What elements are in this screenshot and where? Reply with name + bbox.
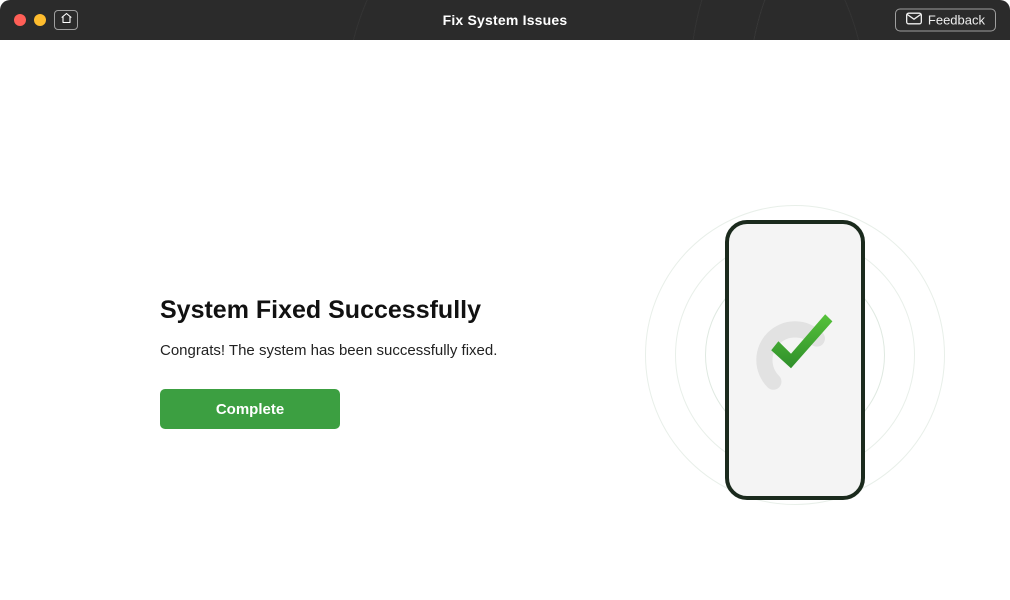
success-illustration bbox=[620, 180, 970, 530]
feedback-button[interactable]: Feedback bbox=[895, 9, 996, 32]
page-heading: System Fixed Successfully bbox=[160, 295, 580, 326]
result-panel: System Fixed Successfully Congrats! The … bbox=[160, 295, 580, 429]
content-area: System Fixed Successfully Congrats! The … bbox=[0, 40, 1010, 600]
window-close-button[interactable] bbox=[14, 14, 26, 26]
mail-icon bbox=[906, 13, 922, 28]
window-title: Fix System Issues bbox=[0, 12, 1010, 28]
checkmark-icon bbox=[755, 298, 845, 388]
home-button[interactable] bbox=[54, 10, 78, 30]
page-subtext: Congrats! The system has been successful… bbox=[160, 342, 580, 359]
window-controls bbox=[14, 14, 46, 26]
feedback-label: Feedback bbox=[928, 13, 985, 28]
complete-button[interactable]: Complete bbox=[160, 389, 340, 429]
window-minimize-button[interactable] bbox=[34, 14, 46, 26]
titlebar: Fix System Issues Feedback bbox=[0, 0, 1010, 40]
phone-icon bbox=[725, 220, 865, 500]
home-icon bbox=[60, 11, 73, 29]
